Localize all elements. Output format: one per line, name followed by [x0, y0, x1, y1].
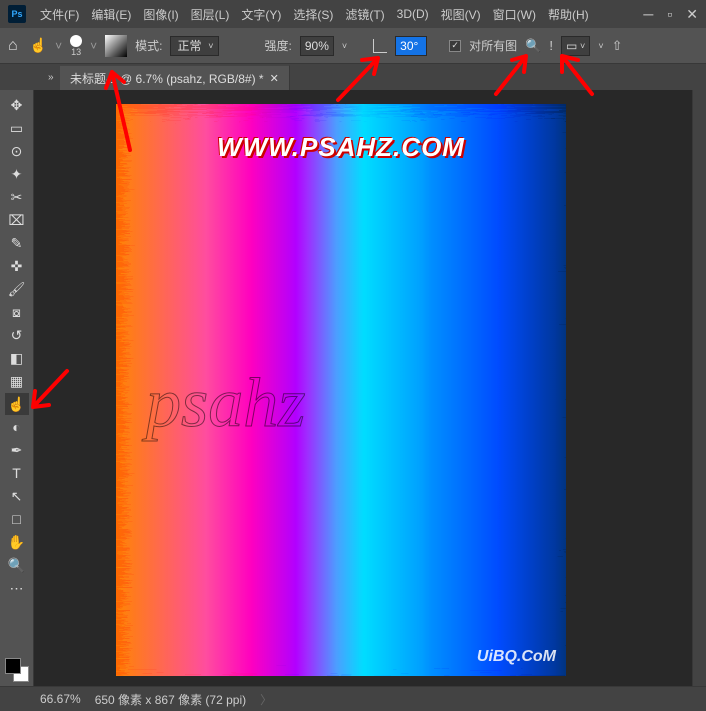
current-tool-icon[interactable]: ☝	[30, 37, 47, 54]
sample-all-layers-label: 对所有图	[469, 37, 517, 54]
strength-label: 强度:	[265, 37, 292, 54]
tool-marquee[interactable]: ▭	[5, 117, 29, 139]
mode-label: 模式:	[135, 37, 162, 54]
strength-input[interactable]: 90%	[300, 36, 334, 56]
panel-expand-icon[interactable]: »	[48, 72, 60, 84]
menu-type[interactable]: 文字(Y)	[235, 6, 287, 23]
menu-file[interactable]: 文件(F)	[34, 6, 85, 23]
status-bar: 66.67% 650 像素 x 867 像素 (72 ppi) 〉	[0, 686, 706, 711]
menu-select[interactable]: 选择(S)	[287, 6, 339, 23]
share-icon[interactable]: ⇧	[612, 38, 623, 54]
foreground-color-swatch[interactable]	[5, 658, 21, 674]
right-panel-collapsed[interactable]	[692, 90, 706, 686]
workspace: ✥▭⊙✦✂⌧✎✜🖌⧇↺◧▦☝◐✒T↖□✋🔍⋯ WWW.PSAHZ.COM psa…	[0, 90, 706, 686]
tool-magic-wand[interactable]: ✦	[5, 163, 29, 185]
menu-view[interactable]: 视图(V)	[435, 6, 487, 23]
watermark-text: WWW.PSAHZ.COM	[116, 132, 566, 163]
tool-hand[interactable]: ✋	[5, 531, 29, 553]
close-button[interactable]: ✕	[686, 6, 698, 23]
menu-image[interactable]: 图像(I)	[137, 6, 184, 23]
menu-help[interactable]: 帮助(H)	[542, 6, 595, 23]
tool-eraser[interactable]: ◧	[5, 347, 29, 369]
options-bar: ⌂ ☝ ˅ 13 ˅ 模式: 正常 强度: 90% ˅ 30° 对所有图 🔍 !…	[0, 28, 706, 64]
workspace-dropdown[interactable]: ▭	[561, 36, 590, 56]
tool-rectangle[interactable]: □	[5, 508, 29, 530]
zoom-value[interactable]: 66.67%	[40, 692, 81, 706]
canvas-area[interactable]: WWW.PSAHZ.COM psahz UiBQ.CoM	[34, 90, 692, 686]
sample-all-layers-checkbox[interactable]	[449, 40, 461, 52]
color-swatches	[5, 658, 29, 682]
strength-caret-icon[interactable]: ˅	[342, 41, 347, 51]
tool-healing[interactable]: ✜	[5, 255, 29, 277]
angle-icon	[373, 39, 387, 53]
maximize-button[interactable]: ▫	[667, 6, 672, 23]
tool-eyedropper[interactable]: ✎	[5, 232, 29, 254]
mode-value: 正常	[177, 37, 201, 54]
document-canvas[interactable]: WWW.PSAHZ.COM psahz UiBQ.CoM	[116, 104, 566, 676]
menubar: Ps 文件(F) 编辑(E) 图像(I) 图层(L) 文字(Y) 选择(S) 滤…	[0, 0, 706, 28]
corner-watermark: UiBQ.CoM	[477, 648, 556, 666]
tool-history-brush[interactable]: ↺	[5, 324, 29, 346]
tool-crop[interactable]: ✂	[5, 186, 29, 208]
tool-palette: ✥▭⊙✦✂⌧✎✜🖌⧇↺◧▦☝◐✒T↖□✋🔍⋯	[0, 90, 34, 686]
path-text: psahz	[146, 364, 305, 444]
tab-close-icon[interactable]: ✕	[270, 72, 279, 85]
brush-panel-icon[interactable]	[105, 35, 127, 57]
minimize-button[interactable]: ─	[643, 6, 653, 23]
workspace-caret-icon[interactable]: ˅	[598, 41, 603, 51]
search-icon[interactable]: 🔍	[525, 38, 541, 54]
brush-size-value: 13	[71, 47, 81, 57]
tool-lasso[interactable]: ⊙	[5, 140, 29, 162]
app-logo-icon: Ps	[8, 5, 26, 23]
tool-path-select[interactable]: ↖	[5, 485, 29, 507]
tool-move[interactable]: ✥	[5, 94, 29, 116]
tool-pen[interactable]: ✒	[5, 439, 29, 461]
brush-preset-picker[interactable]: 13	[70, 35, 82, 57]
tool-type[interactable]: T	[5, 462, 29, 484]
status-caret-icon[interactable]: 〉	[260, 691, 272, 708]
tool-gradient[interactable]: ▦	[5, 370, 29, 392]
angle-value: 30°	[400, 39, 418, 53]
menu-3d[interactable]: 3D(D)	[391, 7, 435, 21]
angle-input[interactable]: 30°	[395, 36, 427, 56]
document-tab[interactable]: 未标题-1 @ 6.7% (psahz, RGB/8#) * ✕	[60, 65, 290, 90]
home-icon[interactable]: ⌂	[8, 37, 18, 55]
menu-filter[interactable]: 滤镜(T)	[339, 6, 390, 23]
menu-layer[interactable]: 图层(L)	[185, 6, 236, 23]
tool-smudge[interactable]: ☝	[5, 393, 29, 415]
tool-brush[interactable]: 🖌	[5, 278, 29, 300]
workspace-icon: ▭	[566, 39, 577, 53]
document-tab-title: 未标题-1 @ 6.7% (psahz, RGB/8#) *	[70, 70, 264, 87]
pressure-icon[interactable]: !	[549, 38, 553, 53]
brush-dot-icon	[70, 35, 82, 47]
menu-edit[interactable]: 编辑(E)	[85, 6, 137, 23]
tool-edit-toolbar[interactable]: ⋯	[5, 577, 29, 599]
tool-zoom[interactable]: 🔍	[5, 554, 29, 576]
tool-frame[interactable]: ⌧	[5, 209, 29, 231]
tab-bar: » 未标题-1 @ 6.7% (psahz, RGB/8#) * ✕	[0, 64, 706, 90]
tool-stamp[interactable]: ⧇	[5, 301, 29, 323]
strength-value: 90%	[305, 39, 329, 53]
menu-window[interactable]: 窗口(W)	[487, 6, 542, 23]
mode-dropdown[interactable]: 正常	[170, 36, 218, 56]
canvas-content: WWW.PSAHZ.COM psahz UiBQ.CoM	[116, 104, 566, 676]
doc-dimensions: 650 像素 x 867 像素 (72 ppi)	[95, 691, 246, 708]
tool-dodge[interactable]: ◐	[5, 416, 29, 438]
